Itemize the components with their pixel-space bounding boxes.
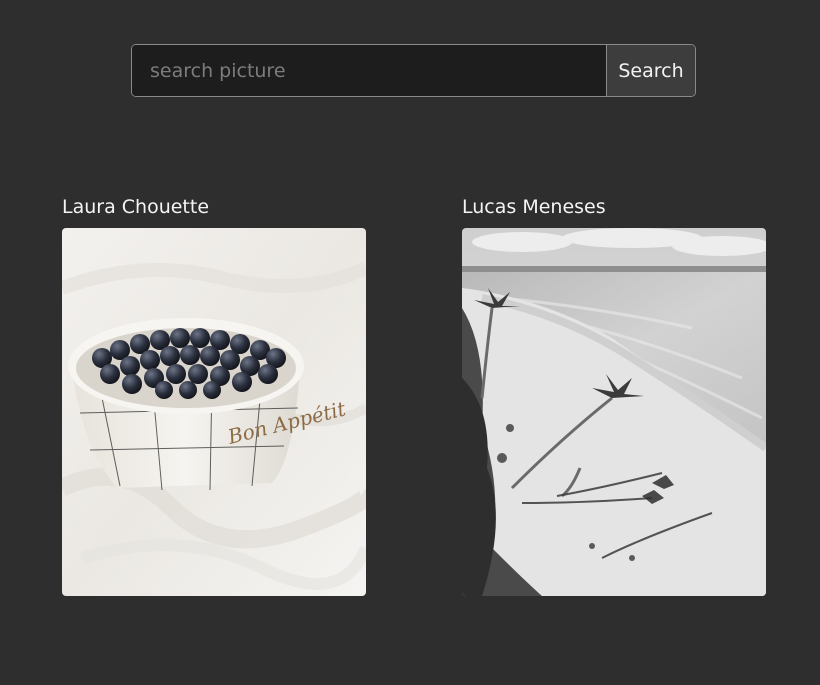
search-button[interactable]: Search xyxy=(606,45,695,96)
beach-palm-trees-image[interactable] xyxy=(462,228,766,596)
gallery-page: Search Laura Chouette xyxy=(0,0,820,685)
photo-card: Laura Chouette Bon Appétit xyxy=(62,194,366,596)
photo-author: Lucas Meneses xyxy=(462,196,606,218)
photo-card: Lucas Meneses xyxy=(462,194,766,596)
photo-author: Laura Chouette xyxy=(62,196,210,218)
search-form: Search xyxy=(131,44,696,97)
blueberries-bowl-image[interactable]: Bon Appétit xyxy=(62,228,366,596)
search-input[interactable] xyxy=(132,45,606,96)
